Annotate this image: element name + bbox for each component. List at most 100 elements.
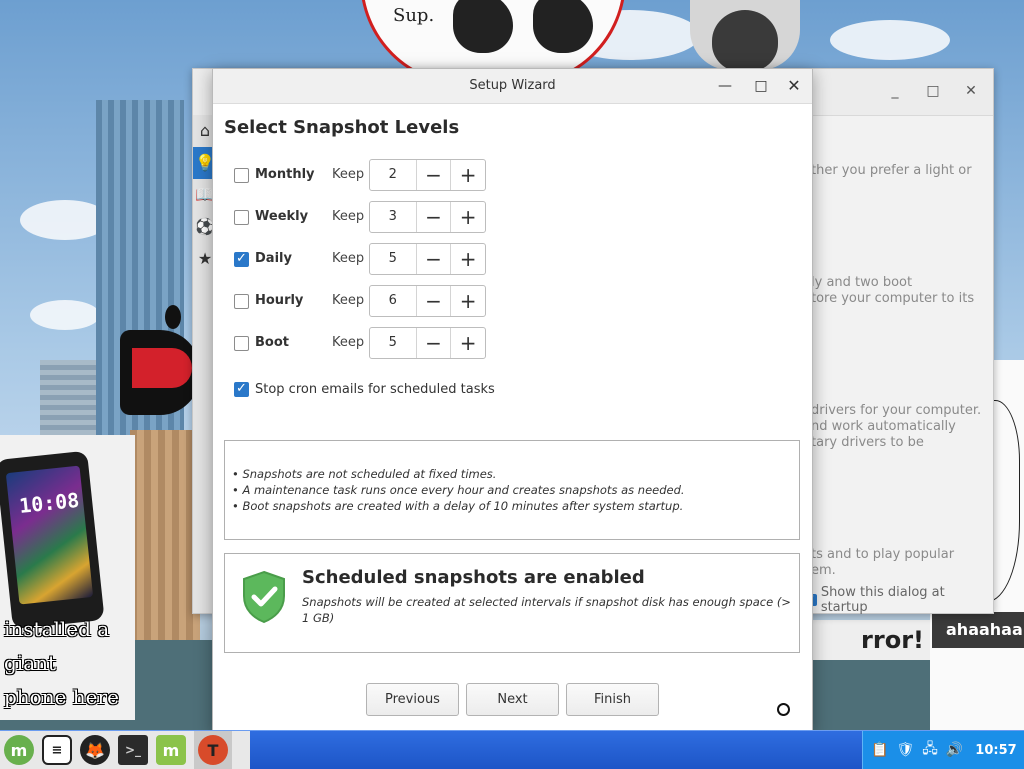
welcome-text: tore your computer to its xyxy=(811,291,975,306)
startup-checkbox-row[interactable]: ✓ Show this dialog at startup xyxy=(805,585,993,615)
next-button[interactable]: Next xyxy=(466,683,559,716)
schedule-note: • Boot snapshots are created with a dela… xyxy=(232,499,684,513)
taskbar-launchers: m ≡ 🦊 >_ m T xyxy=(0,731,250,769)
error-meme-text: rror! xyxy=(808,620,930,660)
keep-count-value[interactable]: 2 xyxy=(370,160,417,190)
maximize-icon[interactable]: □ xyxy=(752,77,770,95)
shield-check-icon xyxy=(243,570,285,624)
keep-count-value[interactable]: 3 xyxy=(370,202,417,232)
snapshot-level-row-daily: Daily Keep 5−+ xyxy=(234,243,794,277)
increment-button[interactable]: + xyxy=(450,160,485,190)
startup-checkbox-label: Show this dialog at startup xyxy=(820,585,945,615)
firefox-icon[interactable]: 🦊 xyxy=(80,735,110,765)
monthly-checkbox[interactable] xyxy=(234,168,249,183)
hourly-checkbox[interactable] xyxy=(234,294,249,309)
welcome-text: drivers for your computer. xyxy=(811,403,982,418)
keep-count-stepper: 3− + xyxy=(369,201,486,233)
shield-icon[interactable]: 🛡 xyxy=(896,742,914,758)
mint-menu-icon[interactable]: m xyxy=(4,735,34,765)
increment-button[interactable]: + xyxy=(450,328,485,358)
system-tray: 📋 🛡 🖧 🔊 10:57 xyxy=(862,731,1024,769)
welcome-text: ther you prefer a light or xyxy=(811,163,972,178)
terminal-icon[interactable]: >_ xyxy=(118,735,148,765)
keep-count-value[interactable]: 6 xyxy=(370,286,417,316)
maximize-icon[interactable]: □ xyxy=(925,83,941,99)
minimize-icon[interactable]: — xyxy=(716,77,734,95)
daily-checkbox[interactable] xyxy=(234,251,249,267)
cartoon-mouth xyxy=(120,330,200,415)
boot-checkbox[interactable] xyxy=(234,336,249,351)
schedule-note: • A maintenance task runs once every hou… xyxy=(232,483,685,497)
page-title: Select Snapshot Levels xyxy=(224,117,460,138)
close-icon[interactable]: ✕ xyxy=(785,77,803,95)
snapshot-level-row-hourly: Hourly Keep 6− + xyxy=(234,285,794,319)
increment-button[interactable]: + xyxy=(450,286,485,316)
minimize-icon[interactable]: _ xyxy=(887,83,903,99)
increment-button[interactable]: + xyxy=(450,202,485,232)
building xyxy=(130,430,200,660)
level-label: Hourly xyxy=(255,293,304,308)
volume-icon[interactable]: 🔊 xyxy=(946,742,963,758)
decrement-button[interactable]: − xyxy=(417,328,451,358)
cron-emails-row[interactable]: Stop cron emails for scheduled tasks xyxy=(234,381,734,401)
cron-emails-label: Stop cron emails for scheduled tasks xyxy=(255,382,495,397)
mouse-cursor xyxy=(777,703,790,716)
keep-count-value[interactable]: 5 xyxy=(370,328,417,358)
cron-emails-checkbox[interactable] xyxy=(234,381,249,397)
phone-screen: 10:08 xyxy=(5,465,94,605)
phone-caption-line: installed a giant xyxy=(4,617,110,675)
previous-button[interactable]: Previous xyxy=(366,683,459,716)
keep-count-stepper: 2− + xyxy=(369,159,486,191)
schedule-note: • Snapshots are not scheduled at fixed t… xyxy=(232,467,497,481)
phone-caption: installed a giant phone here xyxy=(4,612,135,714)
level-label: Weekly xyxy=(255,209,309,224)
level-label: Monthly xyxy=(255,167,315,182)
phone-meme-image: 10:08 installed a giant phone here xyxy=(0,435,135,720)
wizard-titlebar[interactable]: Setup Wizard — □ ✕ xyxy=(213,69,812,104)
clipboard-icon[interactable]: 📋 xyxy=(871,742,888,758)
phone-caption-line: phone here xyxy=(4,685,119,709)
setup-wizard-window: Setup Wizard — □ ✕ Select Snapshot Level… xyxy=(212,68,813,732)
schedule-notes-box: • Snapshots are not scheduled at fixed t… xyxy=(224,440,800,540)
status-description: Snapshots will be created at selected in… xyxy=(302,595,791,625)
close-icon[interactable]: ✕ xyxy=(963,83,979,99)
keep-count-stepper: 5− + xyxy=(369,243,486,275)
cloud xyxy=(30,300,100,330)
file-manager-icon[interactable]: ≡ xyxy=(42,735,72,765)
cloud xyxy=(830,20,950,60)
timeshift-icon: T xyxy=(198,735,228,765)
keep-label: Keep xyxy=(332,209,365,224)
snapshot-level-row-monthly: Monthly Keep 2− + xyxy=(234,159,794,193)
taskbar: m ≡ 🦊 >_ m T 📋 🛡 🖧 🔊 10:57 xyxy=(0,730,1024,769)
welcome-window-controls: _ □ ✕ xyxy=(887,83,979,99)
welcome-text: ts and to play popular xyxy=(811,547,955,562)
taskbar-active-app[interactable]: T xyxy=(194,731,232,769)
software-manager-icon[interactable]: m xyxy=(156,735,186,765)
network-icon[interactable]: 🖧 xyxy=(922,738,938,762)
increment-button[interactable]: + xyxy=(450,244,485,274)
meme-caption: ahaahaa xyxy=(932,612,1024,648)
snapshot-level-row-weekly: Weekly Keep 3− + xyxy=(234,201,794,235)
finish-button[interactable]: Finish xyxy=(566,683,659,716)
meme-ear xyxy=(453,0,513,53)
phone-icon: 10:08 xyxy=(0,450,105,630)
snapshot-level-row-boot: Boot Keep 5− + xyxy=(234,327,794,361)
keep-count-value[interactable]: 5 xyxy=(370,244,417,274)
decrement-button[interactable]: − xyxy=(417,286,451,316)
decrement-button[interactable]: − xyxy=(417,202,451,232)
keep-label: Keep xyxy=(332,293,365,308)
meme-ear xyxy=(533,0,593,53)
welcome-text: nd work automatically xyxy=(811,419,956,434)
phone-clock: 10:08 xyxy=(18,487,81,518)
keep-label: Keep xyxy=(332,251,365,266)
keep-count-stepper: 6− + xyxy=(369,285,486,317)
portrait-image xyxy=(690,0,800,72)
decrement-button[interactable]: − xyxy=(417,244,451,274)
weekly-checkbox[interactable] xyxy=(234,210,249,225)
welcome-text: em. xyxy=(811,563,836,578)
decrement-button[interactable]: − xyxy=(417,160,451,190)
level-label: Daily xyxy=(255,251,292,266)
status-title: Scheduled snapshots are enabled xyxy=(302,567,645,588)
clock[interactable]: 10:57 xyxy=(975,743,1016,758)
keep-count-stepper: 5− + xyxy=(369,327,486,359)
